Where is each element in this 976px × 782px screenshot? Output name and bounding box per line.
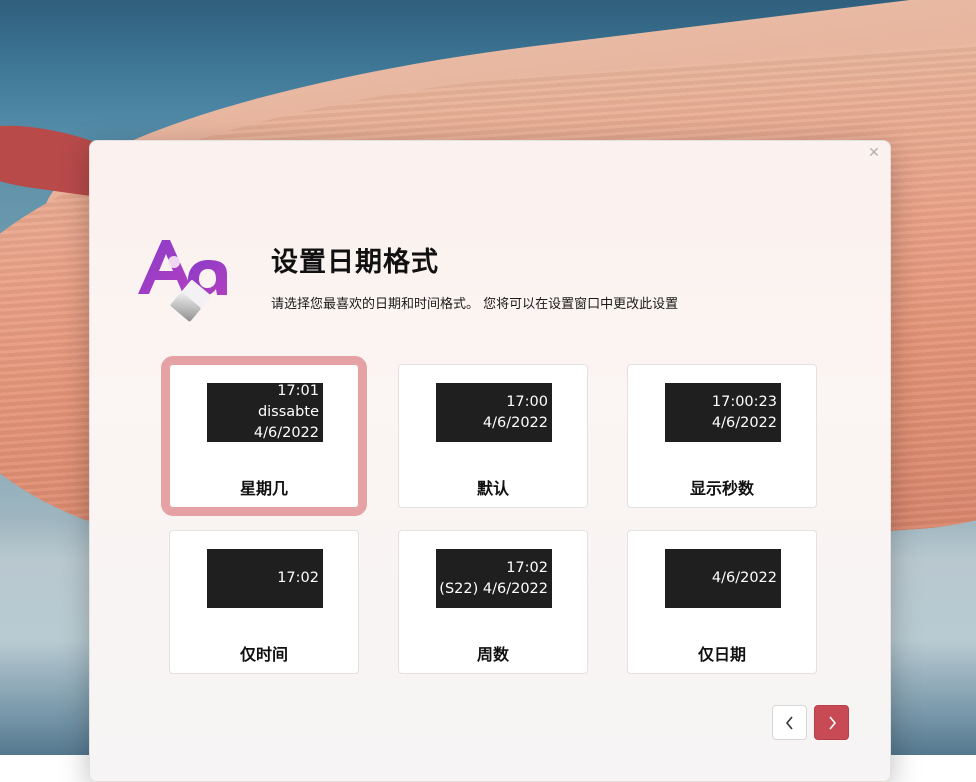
format-option-time-only[interactable]: 17:02 仅时间 — [169, 530, 359, 674]
dialog-title: 设置日期格式 — [271, 247, 439, 278]
option-label: 显示秒数 — [689, 479, 754, 498]
preview-line: 4/6/2022 — [482, 414, 548, 431]
preview-line: 4/6/2022 — [711, 414, 777, 431]
clock-preview: 17:02 (S22) 4/6/2022 — [436, 549, 552, 608]
format-option-date-only[interactable]: 4/6/2022 仅日期 — [627, 530, 817, 674]
preview-line: 17:02 — [506, 559, 548, 576]
preview-line: 17:00 — [506, 393, 548, 410]
option-label: 星期几 — [239, 479, 288, 498]
preview-line: 17:02 — [277, 570, 319, 586]
clock-preview: 17:00:23 4/6/2022 — [665, 383, 781, 442]
format-option-weekday[interactable]: 17:01 dissabte 4/6/2022 星期几 — [161, 356, 367, 516]
clock-preview: 17:01 dissabte 4/6/2022 — [207, 383, 323, 442]
clock-preview: 4/6/2022 — [665, 549, 781, 608]
preview-line: 17:00:23 — [711, 393, 777, 410]
preview-line: 4/6/2022 — [711, 570, 777, 586]
format-option-week-number[interactable]: 17:02 (S22) 4/6/2022 周数 — [398, 530, 588, 674]
preview-line: 4/6/2022 — [253, 425, 319, 441]
clock-preview: 17:00 4/6/2022 — [436, 383, 552, 442]
close-icon[interactable]: ✕ — [866, 145, 882, 161]
preview-line: dissabte — [257, 404, 319, 420]
preview-line: (S22) 4/6/2022 — [439, 580, 548, 597]
app-logo-icon — [136, 236, 240, 322]
next-button[interactable] — [814, 705, 849, 740]
preview-line: 17:01 — [277, 383, 319, 399]
chevron-right-icon — [828, 715, 836, 730]
format-option-default[interactable]: 17:00 4/6/2022 默认 — [398, 364, 588, 508]
option-label: 仅日期 — [697, 645, 746, 664]
chevron-left-icon — [785, 715, 793, 730]
option-label: 默认 — [476, 479, 509, 498]
option-label: 仅时间 — [239, 645, 288, 664]
format-option-seconds[interactable]: 17:00:23 4/6/2022 显示秒数 — [627, 364, 817, 508]
option-label: 周数 — [476, 645, 509, 664]
clock-preview: 17:02 — [207, 549, 323, 608]
previous-button[interactable] — [772, 705, 807, 740]
dialog-subtitle: 请选择您最喜欢的日期和时间格式。 您将可以在设置窗口中更改此设置 — [271, 297, 679, 312]
